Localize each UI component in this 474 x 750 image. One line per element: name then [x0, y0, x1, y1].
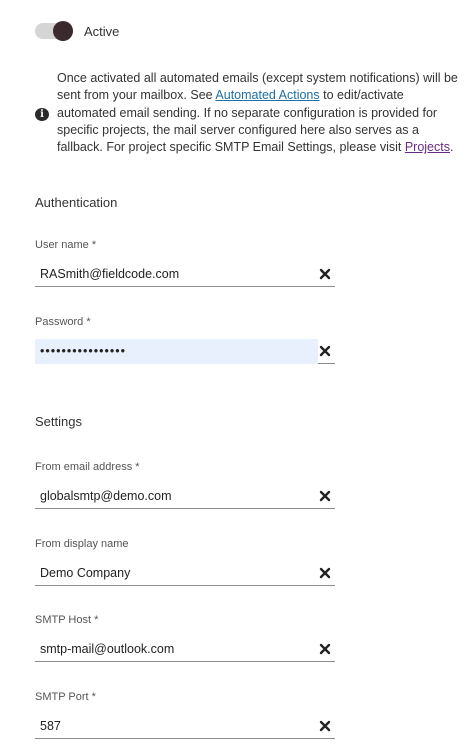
info-icon: i	[35, 108, 49, 121]
smtp-host-input[interactable]	[40, 637, 310, 661]
smtp-settings-panel: Active i Once activated all automated em…	[0, 0, 474, 750]
display-name-box	[35, 561, 335, 586]
toggle-label: Active	[84, 23, 120, 39]
password-box	[35, 339, 335, 364]
from-email-field: From email address *	[35, 461, 335, 509]
authentication-heading: Authentication	[35, 195, 118, 210]
username-box	[35, 262, 335, 287]
clear-icon[interactable]	[319, 490, 331, 502]
from-email-input[interactable]	[40, 484, 310, 508]
info-notice: i Once activated all automated emails (e…	[35, 70, 465, 156]
clear-icon[interactable]	[319, 567, 331, 579]
smtp-port-input[interactable]	[40, 714, 310, 738]
automated-actions-link[interactable]: Automated Actions	[215, 88, 319, 102]
from-email-box	[35, 484, 335, 509]
active-toggle[interactable]	[35, 21, 73, 41]
projects-link[interactable]: Projects	[405, 140, 450, 154]
display-name-label: From display name	[35, 538, 129, 550]
username-label: User name *	[35, 239, 97, 251]
from-email-label: From email address *	[35, 461, 140, 473]
password-input[interactable]	[40, 339, 310, 363]
smtp-host-box	[35, 637, 335, 662]
smtp-host-label: SMTP Host *	[35, 614, 99, 626]
clear-icon[interactable]	[319, 345, 331, 357]
info-text: Once activated all automated emails (exc…	[57, 71, 458, 155]
smtp-port-box	[35, 714, 335, 739]
clear-icon[interactable]	[319, 720, 331, 732]
smtp-host-field: SMTP Host *	[35, 614, 335, 662]
smtp-port-field: SMTP Port *	[35, 691, 335, 739]
username-input[interactable]	[40, 262, 310, 286]
toggle-thumb[interactable]	[53, 21, 73, 41]
active-toggle-row: Active	[35, 20, 119, 42]
display-name-input[interactable]	[40, 561, 310, 585]
settings-heading: Settings	[35, 414, 82, 429]
password-label: Password *	[35, 316, 91, 328]
clear-icon[interactable]	[319, 643, 331, 655]
clear-icon[interactable]	[319, 268, 331, 280]
username-field: User name *	[35, 239, 335, 287]
smtp-port-label: SMTP Port *	[35, 691, 96, 703]
password-field: Password *	[35, 316, 335, 364]
display-name-field: From display name	[35, 538, 335, 586]
